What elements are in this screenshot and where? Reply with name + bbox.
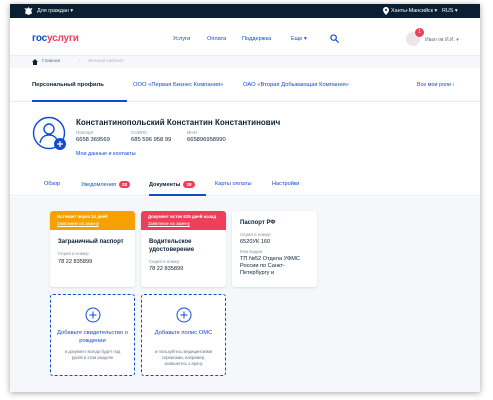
add-icon	[176, 307, 191, 323]
add-card-description: и пользуйтесь медицинскими сервисами, на…	[154, 349, 212, 366]
nav-payment[interactable]: Оплата	[207, 36, 226, 42]
add-icon	[85, 307, 100, 323]
expired-text: Документ истек 625 дней назад	[148, 214, 217, 219]
chevron-down-icon: ▾	[303, 36, 307, 42]
gosuslugi-logo[interactable]: госуслуги	[32, 33, 79, 44]
snils-label: СНИЛС	[131, 130, 148, 135]
section-tabs: Обзор Уведомления 28 Документы 28 Карты оп…	[10, 174, 480, 196]
role-tabs: Персональный профиль ООО «Первая Бизнес …	[10, 68, 480, 102]
replace-request-link[interactable]: Заявление на замену	[57, 221, 128, 226]
breadcrumb-current: Личный кабинет	[88, 59, 125, 64]
tab-personal-profile[interactable]: Персональный профиль	[32, 82, 104, 88]
document-title: Заграничный паспорт	[58, 239, 124, 245]
audience-label: Для граждан	[37, 8, 69, 14]
tab-notifications[interactable]: Уведомления 28	[81, 181, 131, 188]
breadcrumb-separator: ›	[79, 58, 81, 64]
tab-notifications-label: Уведомления	[81, 182, 116, 188]
document-title: Паспорт РФ	[240, 220, 276, 226]
add-birth-certificate-card[interactable]: Добавьте свидетельство о рождении и доку…	[50, 294, 135, 376]
expiry-warning-banner: Истекает через 14 дней Заявление на заме…	[50, 211, 135, 230]
active-tab-indicator	[32, 100, 127, 102]
notification-badge[interactable]: 1	[415, 28, 424, 37]
add-card-title: Добавьте полис ОМС	[154, 330, 213, 336]
document-card-rf-passport[interactable]: Паспорт РФ Серия и номер 6520УК 160 Кем …	[232, 211, 317, 287]
logo-part-gos: гос	[32, 33, 47, 44]
location-pin-icon	[383, 7, 389, 15]
user-name-label: Иван ов И.И.	[425, 37, 455, 43]
nav-support[interactable]: Поддержка	[242, 36, 271, 42]
language-label: RUS	[442, 8, 454, 14]
replace-request-link[interactable]: Заявление на замену	[148, 221, 219, 226]
passport-value: 6658 369569	[76, 137, 110, 143]
tab-payment-cards[interactable]: Карты оплаты	[215, 181, 251, 187]
home-icon[interactable]	[32, 59, 38, 65]
snils-value: 685 596 958 99	[131, 137, 172, 143]
add-oms-card[interactable]: Добавьте полис ОМС и пользуйтесь медицин…	[141, 294, 226, 376]
document-card-foreign-passport[interactable]: Истекает через 14 дней Заявление на заме…	[50, 211, 135, 287]
document-number-label: Серия и номер	[149, 259, 180, 264]
inn-label: ИНН	[187, 130, 197, 135]
add-card-description: и документ всегда будет под рукой в этом…	[64, 349, 121, 360]
tab-documents-label: Документы	[149, 182, 181, 188]
tab-first-business-company[interactable]: ООО «Первая Бизнес Компания»	[133, 82, 223, 88]
document-number-value: 78 22 835899	[58, 259, 93, 265]
document-number-value: 6520УК 160	[240, 239, 271, 245]
site-header: госуслуги Услуги Оплата Поддержка Еще ▾ …	[10, 18, 480, 56]
user-menu[interactable]: Иван ов И.И. ▾	[425, 37, 459, 43]
tab-documents[interactable]: Документы 28	[149, 181, 195, 188]
documents-area: Истекает через 14 дней Заявление на заме…	[10, 197, 480, 392]
all-roles-label: Все мои роли	[417, 82, 452, 88]
passport-label: Паспорт	[76, 130, 94, 135]
profile-avatar-icon[interactable]	[32, 116, 68, 152]
add-card-title: Добавьте свидетельство о рождении	[57, 330, 128, 344]
all-roles-link[interactable]: Все мои роли ›	[417, 82, 454, 88]
profile-full-name: Константинопольский Константин Константи…	[76, 118, 281, 127]
document-title: Водительское удостоверение	[149, 239, 195, 253]
browser-page: Для граждан ▾ Ханты-Мансийск ▾ RUS ▾ гос…	[10, 4, 480, 392]
nav-more[interactable]: Еще ▾	[291, 36, 307, 42]
search-icon[interactable]	[330, 34, 339, 43]
breadcrumb: Главная › Личный кабинет	[10, 56, 480, 68]
nav-services[interactable]: Услуги	[173, 36, 190, 42]
tab-settings[interactable]: Настройки	[272, 181, 299, 187]
document-card-driver-license[interactable]: Документ истек 625 дней назад Заявление …	[141, 211, 226, 287]
expiry-warning-text: Истекает через 14 дней	[57, 214, 108, 219]
expired-banner: Документ истек 625 дней назад Заявление …	[141, 211, 226, 230]
top-bar: Для граждан ▾ Ханты-Мансийск ▾ RUS ▾	[10, 4, 480, 18]
breadcrumb-home[interactable]: Главная	[42, 59, 60, 64]
inn-value: 665896958990	[187, 137, 226, 143]
coat-of-arms-icon	[24, 7, 33, 15]
issued-by-label: Кем выдан	[240, 249, 263, 254]
document-number-value: 78 22 835899	[149, 266, 184, 272]
document-number-label: Серия и номер	[240, 232, 271, 237]
audience-selector[interactable]: Для граждан ▾	[37, 7, 73, 15]
logo-part-uslugi: услуги	[46, 33, 79, 44]
tab-second-mining-company[interactable]: ОАО «Вторая Добывающая Компания»	[243, 82, 349, 88]
documents-count-badge: 28	[183, 181, 195, 188]
document-number-label: Серия и номер	[58, 251, 89, 256]
my-data-link[interactable]: Мои данные и контакты	[76, 151, 136, 157]
tab-overview[interactable]: Обзор	[44, 181, 60, 187]
notifications-count-badge: 28	[118, 181, 131, 188]
issued-by-value: ТП №52 Отдела УФМС России по Санкт-Петер…	[240, 256, 300, 276]
location-selector[interactable]: Ханты-Мансийск ▾	[391, 7, 437, 15]
location-label: Ханты-Мансийск	[391, 8, 434, 14]
nav-more-label: Еще	[291, 36, 303, 42]
language-selector[interactable]: RUS ▾	[442, 7, 458, 15]
active-section-indicator	[149, 194, 206, 196]
